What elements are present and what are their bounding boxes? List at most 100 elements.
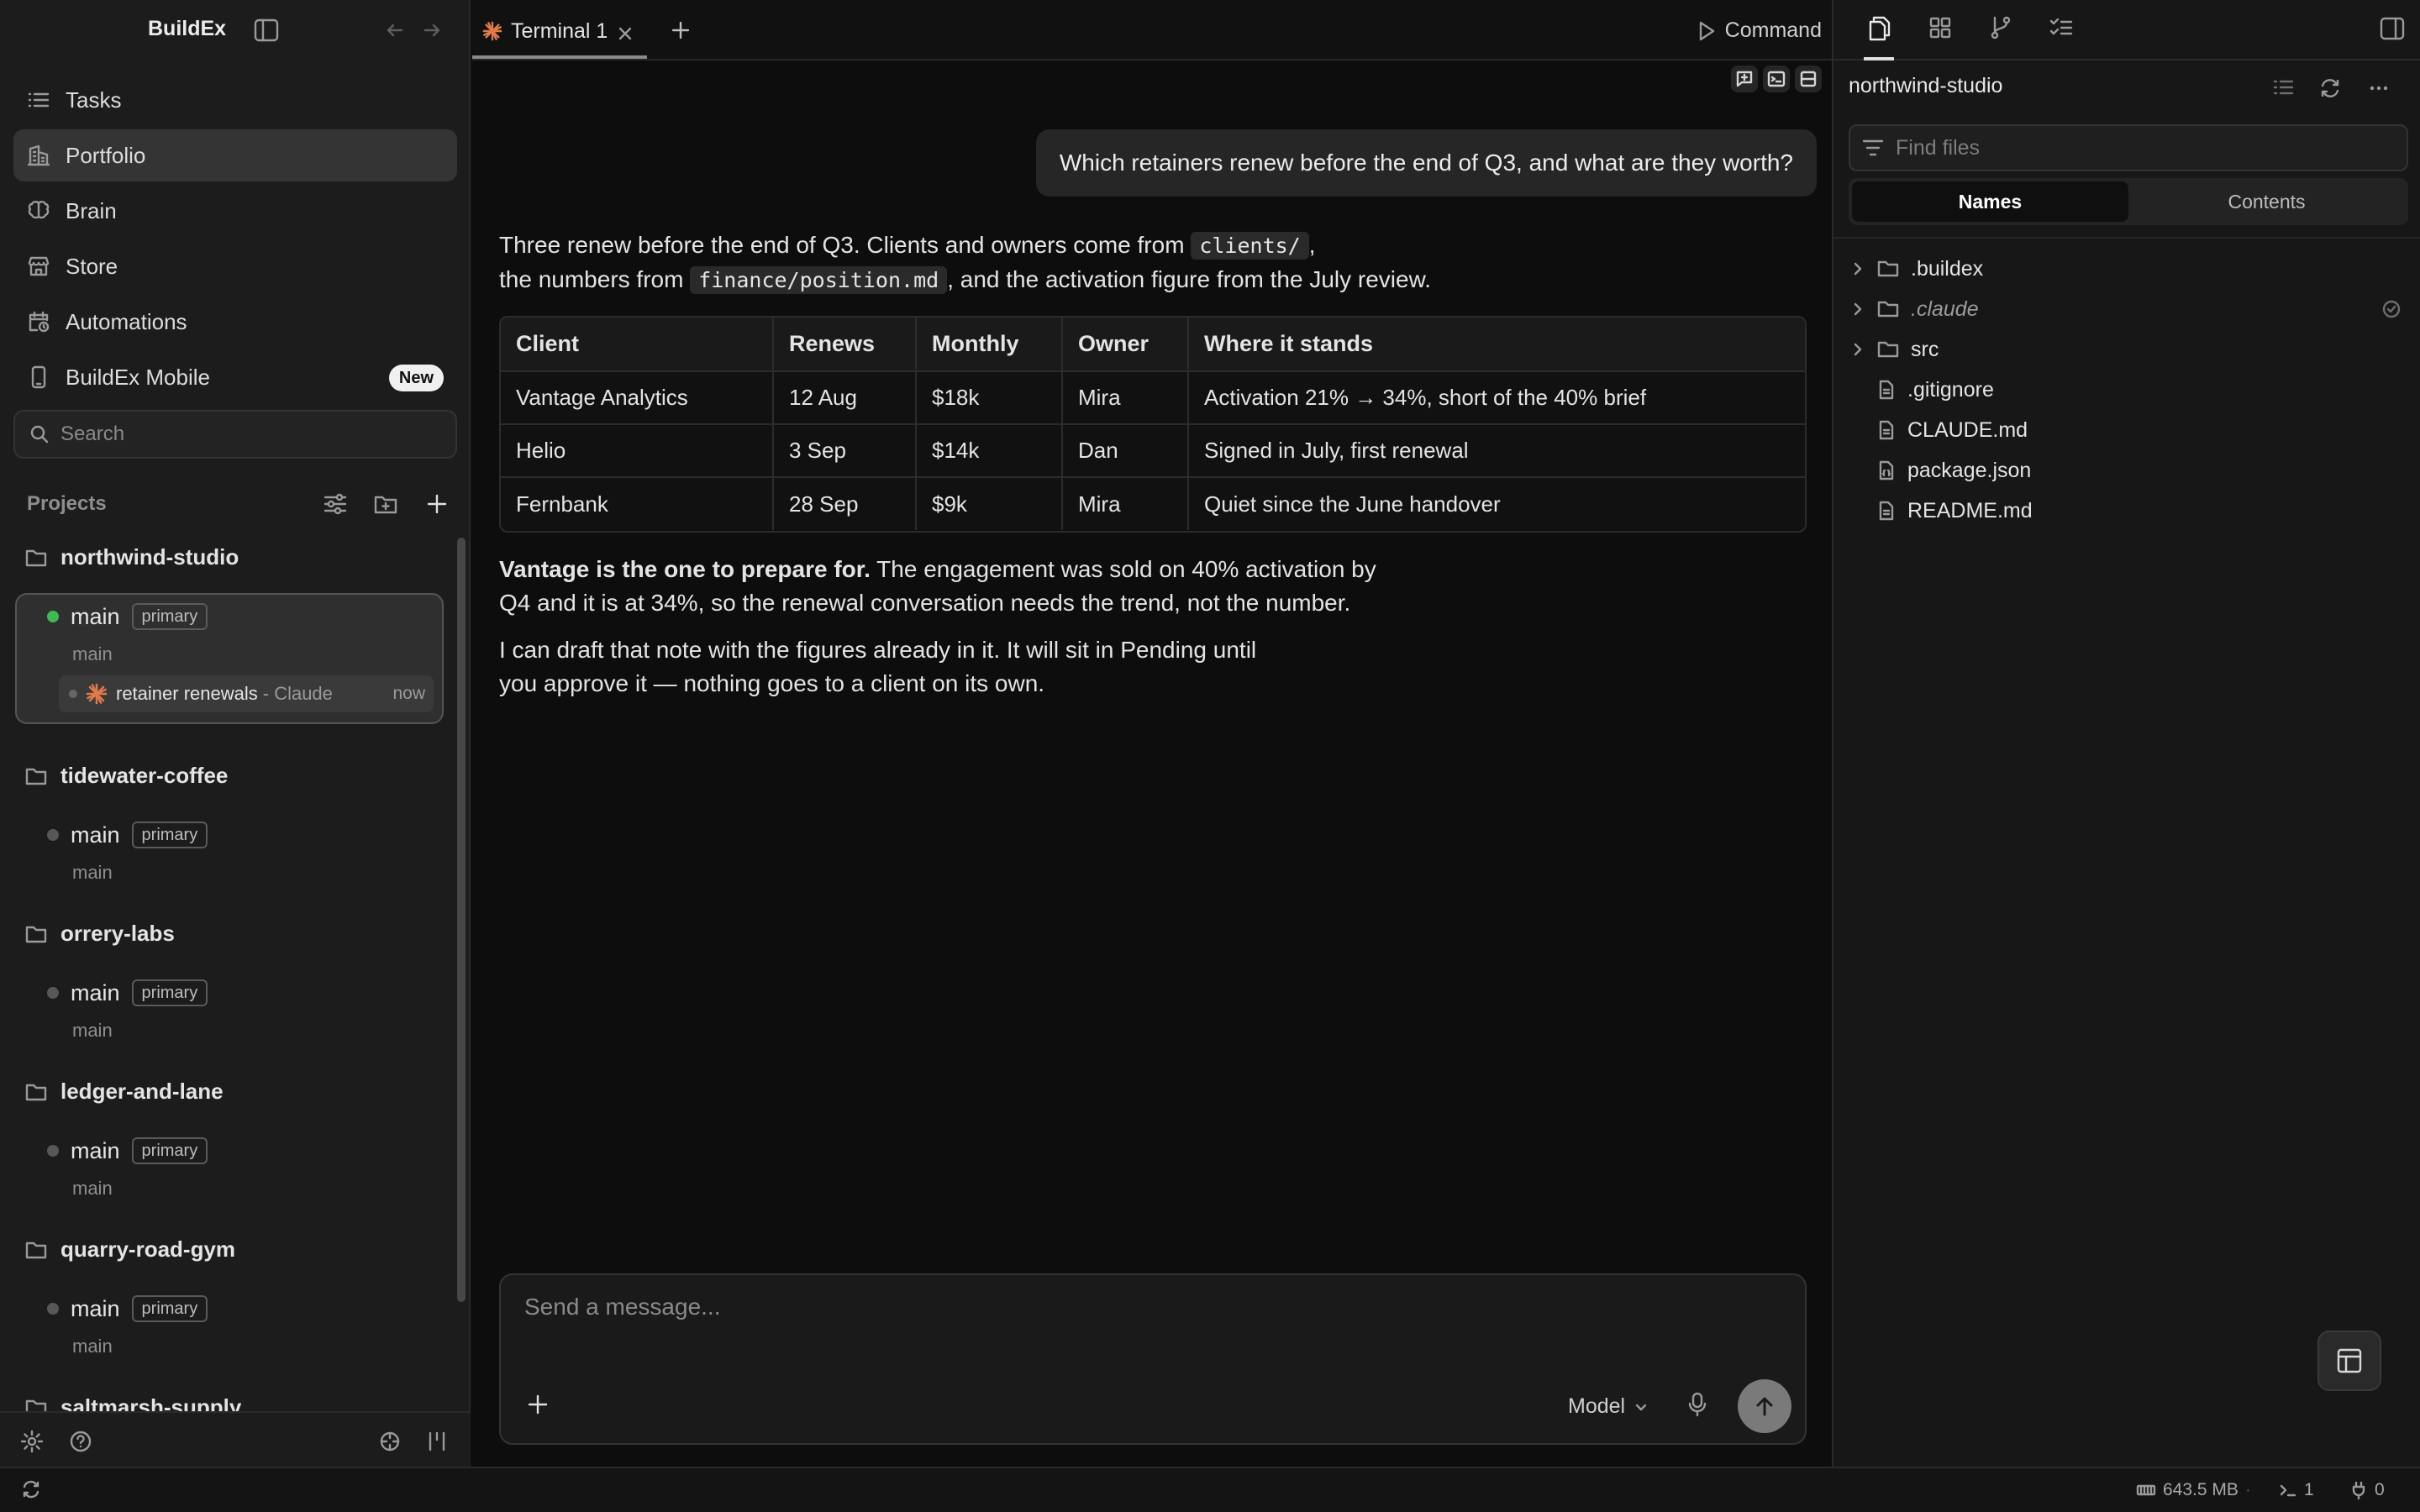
tree-folder[interactable]: .buildex (1850, 252, 1983, 286)
send-button[interactable] (1738, 1379, 1791, 1433)
play-icon (1697, 20, 1717, 42)
forward-arrow-icon[interactable] (422, 20, 442, 40)
add-folder-icon[interactable] (373, 492, 398, 516)
files-icon[interactable] (1864, 15, 1894, 60)
more-horizontal-icon[interactable] (2368, 77, 2390, 99)
branch-row[interactable]: main primary (47, 603, 208, 630)
column-header: Owner (1062, 318, 1189, 372)
arrow-up-icon (1753, 1394, 1776, 1418)
close-icon[interactable] (617, 25, 634, 42)
tree-file[interactable]: CLAUDE.md (1850, 413, 2028, 447)
right-panel-toggle-icon[interactable] (2380, 17, 2405, 40)
folder-icon (1877, 340, 1899, 359)
branch-name: main (71, 1295, 120, 1321)
find-files-input[interactable] (1896, 135, 2400, 160)
nav-automations[interactable]: Automations (13, 296, 457, 348)
collapse-list-icon[interactable] (2272, 77, 2294, 97)
terminal-prompt-icon[interactable] (1763, 66, 1790, 92)
file-icon (1877, 380, 1896, 400)
crosshair-icon[interactable] (378, 1430, 402, 1453)
sidebar-footer (0, 1411, 471, 1467)
filter-sliders-icon[interactable] (323, 492, 348, 516)
model-selector[interactable]: Model (1568, 1394, 1657, 1419)
primary-tag: primary (131, 822, 208, 848)
branch-row[interactable]: main primary (47, 979, 208, 1006)
attach-plus-icon[interactable] (526, 1393, 550, 1416)
tree-file[interactable]: .gitignore (1850, 373, 1994, 407)
table-cell: Mira (1062, 371, 1189, 425)
session-name: retainer renewals (116, 683, 258, 704)
folder-icon (25, 1082, 47, 1102)
back-arrow-icon[interactable] (385, 20, 405, 40)
primary-tag: primary (131, 1137, 208, 1164)
table-cell: 12 Aug (773, 371, 917, 425)
gear-icon[interactable] (20, 1430, 44, 1453)
checklist-icon[interactable] (2049, 15, 2074, 40)
sync-icon[interactable] (22, 1480, 40, 1499)
nav-label: Store (66, 253, 118, 279)
user-message: Which retainers renew before the end of … (1035, 129, 1817, 197)
new-tab-plus-icon[interactable] (671, 20, 691, 40)
seg-names[interactable]: Names (1852, 181, 2128, 222)
terminal-count-value: 1 (2304, 1480, 2314, 1499)
nav-mobile[interactable]: BuildEx Mobile New (13, 351, 457, 403)
message-input[interactable] (524, 1294, 1768, 1344)
grid-icon[interactable] (1928, 15, 1953, 40)
tree-file[interactable]: package.json (1850, 454, 2031, 487)
split-view-icon[interactable] (1795, 66, 1822, 92)
seg-contents[interactable]: Contents (2128, 181, 2405, 222)
git-branch-icon[interactable] (1988, 15, 2013, 40)
renewals-table: Client Renews Monthly Owner Where it sta… (499, 316, 1807, 533)
nav-store[interactable]: Store (13, 240, 457, 292)
model-label: Model (1568, 1394, 1626, 1418)
terminal-area: Terminal 1 Command Which retainers renew… (472, 0, 1832, 1467)
branch-sub: main (72, 1020, 113, 1041)
sidebar-search[interactable] (13, 410, 457, 459)
nav-brain[interactable]: Brain (13, 185, 457, 237)
branch-row[interactable]: main primary (47, 822, 208, 848)
tree-file[interactable]: README.md (1850, 494, 2033, 528)
branch-row[interactable]: main primary (47, 1137, 208, 1164)
nav-tasks[interactable]: Tasks (13, 74, 457, 126)
tab-terminal-1[interactable]: Terminal 1 (472, 7, 647, 59)
session-row[interactable]: retainer renewals - Claude now (59, 675, 434, 712)
tree-folder[interactable]: .claude (1850, 292, 1979, 326)
primary-tag: primary (131, 603, 208, 630)
project-ledger-and-lane[interactable]: ledger-and-lane (25, 1079, 224, 1105)
command-button[interactable]: Command (1697, 18, 1822, 43)
help-icon[interactable] (69, 1430, 92, 1453)
project-quarry-road-gym[interactable]: quarry-road-gym (25, 1236, 235, 1263)
branch-sub: main (72, 1178, 113, 1199)
reply-text: , (1308, 232, 1316, 258)
project-name: tidewater-coffee (60, 763, 229, 788)
chevron-right-icon (1850, 302, 1870, 317)
command-label: Command (1724, 18, 1822, 42)
memory-usage: 643.5 MB · (2136, 1480, 2251, 1500)
project-orrery-labs[interactable]: orrery-labs (25, 921, 175, 947)
refresh-icon[interactable] (2319, 77, 2341, 99)
nav-portfolio[interactable]: Portfolio (13, 129, 457, 181)
tree-folder[interactable]: src (1850, 333, 1939, 366)
project-name: orrery-labs (60, 921, 175, 946)
search-mode-toggle: Names Contents (1849, 178, 2408, 225)
branch-row[interactable]: main primary (47, 1295, 208, 1322)
tree-label: .buildex (1911, 256, 1984, 281)
tree-label: .claude (1911, 297, 1979, 321)
layout-panel-button[interactable] (2317, 1331, 2381, 1391)
microphone-icon[interactable] (1686, 1391, 1709, 1418)
sidebar-scrollbar[interactable] (457, 538, 466, 1302)
port-count[interactable]: 0 (2349, 1480, 2385, 1500)
find-files-box[interactable] (1849, 124, 2408, 171)
add-chat-icon[interactable] (1731, 66, 1758, 92)
tree-label: README.md (1907, 498, 2033, 522)
reply-text: Q4 and it is at 34%, so the renewal conv… (499, 590, 1351, 616)
panel-bars-icon[interactable] (425, 1430, 449, 1453)
add-project-icon[interactable] (425, 492, 449, 516)
sidebar-toggle-icon[interactable] (254, 18, 279, 42)
search-input[interactable] (60, 423, 430, 446)
project-tidewater-coffee[interactable]: tidewater-coffee (25, 763, 228, 789)
project-northwind-studio[interactable]: northwind-studio (25, 544, 239, 570)
terminal-count[interactable]: 1 (2279, 1480, 2314, 1500)
folder-icon (25, 1240, 47, 1260)
calendar-clock-icon (27, 310, 50, 333)
